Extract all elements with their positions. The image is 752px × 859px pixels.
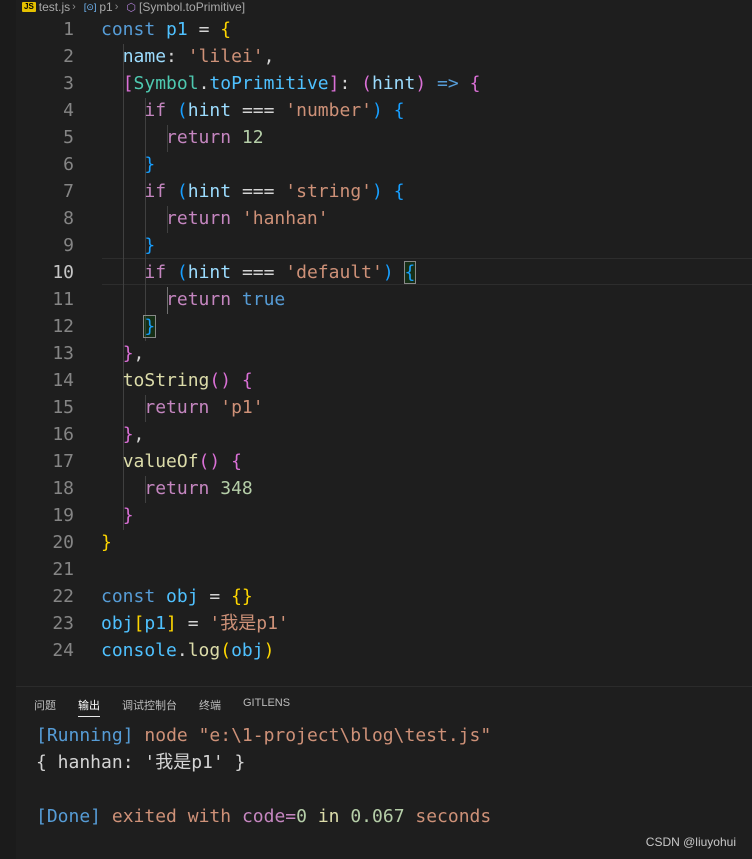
code-line[interactable]: },	[16, 340, 752, 367]
code-line[interactable]: toString() {	[16, 367, 752, 394]
code-line[interactable]: console.log(obj)	[16, 637, 752, 664]
bracket-match-highlight: {	[403, 261, 417, 284]
code-line[interactable]: }	[16, 502, 752, 529]
bottom-panel: 问题 输出 调试控制台 终端 GITLENS [Running] node "e…	[16, 686, 752, 859]
breadcrumb-symbol-label: [Symbol.toPrimitive]	[139, 0, 246, 14]
code-line[interactable]: if (hint === 'string') {	[16, 178, 752, 205]
output-running-line: [Running] node "e:\1-project\blog\test.j…	[36, 725, 492, 746]
code-line[interactable]: obj[p1] = '我是p1'	[16, 610, 752, 637]
code-line[interactable]: }	[16, 151, 752, 178]
chevron-right-icon: ›	[114, 1, 119, 13]
tab-gitlens[interactable]: GITLENS	[243, 697, 290, 717]
tab-problems[interactable]: 问题	[34, 697, 56, 717]
code-line[interactable]: const p1 = {	[16, 16, 752, 43]
code-line[interactable]: const obj = {}	[16, 583, 752, 610]
code-line[interactable]: return 348	[16, 475, 752, 502]
output-result-line: { hanhan: '我是p1' }	[36, 752, 246, 773]
code-line[interactable]: return true	[16, 286, 752, 313]
method-icon: ⬡	[126, 1, 136, 14]
code-editor[interactable]: 1 2 3 4 5 6 7 8 9 10 11 12 13 14 15 16 1…	[16, 16, 752, 684]
tab-debug-console[interactable]: 调试控制台	[122, 697, 177, 717]
breadcrumb-file[interactable]: JS test.js	[22, 0, 70, 14]
breadcrumb-variable-label: p1	[99, 0, 113, 14]
code-line[interactable]: valueOf() {	[16, 448, 752, 475]
code-line[interactable]: }	[16, 232, 752, 259]
breadcrumb-file-label: test.js	[38, 0, 71, 14]
bracket-match-highlight: }	[143, 315, 157, 338]
code-line-empty[interactable]	[16, 556, 752, 583]
code-line[interactable]: }	[16, 313, 752, 340]
panel-tabs: 问题 输出 调试控制台 终端 GITLENS	[34, 697, 290, 717]
breadcrumb: JS test.js › [⊙] p1 › ⬡ [Symbol.toPrimit…	[16, 0, 752, 14]
tab-output[interactable]: 输出	[78, 697, 100, 717]
output-done-line: [Done] exited with code=0 in 0.067 secon…	[36, 806, 492, 827]
breadcrumb-symbol[interactable]: ⬡ [Symbol.toPrimitive]	[126, 0, 245, 14]
chevron-right-icon: ›	[72, 1, 76, 13]
watermark: CSDN @liuyohui	[645, 835, 736, 849]
code-line[interactable]: name: 'lilei',	[16, 43, 752, 70]
breadcrumb-variable[interactable]: [⊙] p1	[84, 0, 113, 14]
activity-bar-edge	[0, 0, 16, 859]
code-line[interactable]: return 12	[16, 124, 752, 151]
code-line[interactable]: [Symbol.toPrimitive]: (hint) => {	[16, 70, 752, 97]
variable-icon: [⊙]	[83, 1, 97, 12]
code-line-active[interactable]: if (hint === 'default') {	[16, 259, 752, 286]
code-line[interactable]: return 'hanhan'	[16, 205, 752, 232]
code-line[interactable]: },	[16, 421, 752, 448]
code-line[interactable]: return 'p1'	[16, 394, 752, 421]
tab-terminal[interactable]: 终端	[199, 697, 221, 717]
javascript-file-icon: JS	[22, 2, 36, 12]
code-line[interactable]: if (hint === 'number') {	[16, 97, 752, 124]
code-line[interactable]: }	[16, 529, 752, 556]
